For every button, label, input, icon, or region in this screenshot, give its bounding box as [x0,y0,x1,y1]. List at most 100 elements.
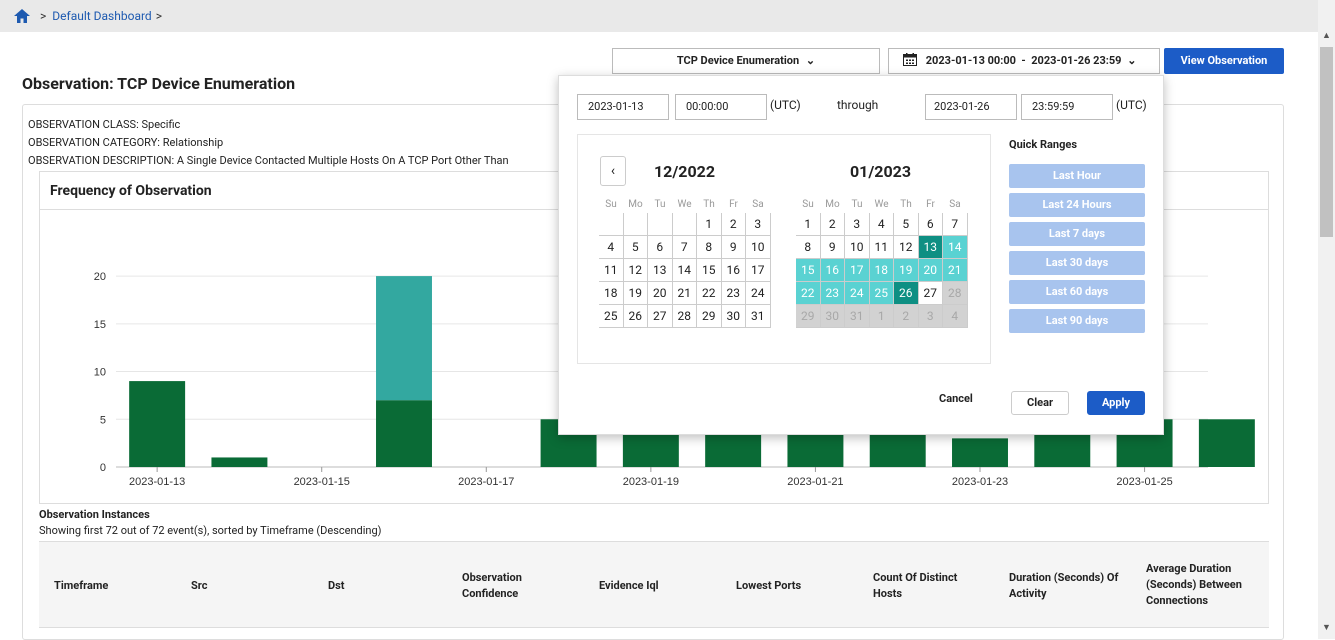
calendar-day[interactable]: 17 [845,259,870,282]
clear-button[interactable]: Clear [1011,391,1069,415]
scroll-down-icon[interactable]: ▼ [1321,622,1332,633]
cancel-button[interactable]: Cancel [939,392,973,405]
start-date-input[interactable]: 2023-01-13 [577,94,669,120]
calendar-day[interactable]: 24 [746,282,771,305]
calendar-day[interactable]: 9 [721,236,746,259]
calendar-day[interactable]: 14 [943,236,968,259]
end-date-input[interactable]: 2023-01-26 [925,94,1017,120]
calendar-day[interactable]: 19 [894,259,919,282]
breadcrumb-separator: > [40,9,47,23]
calendar-day[interactable]: 17 [746,259,771,282]
calendar-day[interactable]: 24 [845,282,870,305]
calendar-day[interactable]: 3 [845,213,870,236]
col-src[interactable]: Src [191,578,207,594]
calendar-day[interactable]: 27 [648,305,673,328]
calendar-day[interactable]: 2 [820,213,845,236]
calendar-day[interactable]: 25 [599,305,624,328]
calendar-day[interactable]: 28 [672,305,697,328]
quick-range-last-30-days[interactable]: Last 30 days [1009,251,1145,275]
calendar-day[interactable]: 12 [894,236,919,259]
calendar-day[interactable]: 1 [796,213,821,236]
calendar-day[interactable]: 12 [623,259,648,282]
breadcrumb-dashboard-link[interactable]: Default Dashboard [52,9,151,23]
calendar-day[interactable]: 11 [869,236,894,259]
date-range-select[interactable]: 2023-01-13 00:00 - 2023-01-26 23:59 ⌄ [888,48,1160,74]
calendar-day[interactable]: 15 [697,259,722,282]
calendar-day[interactable]: 20 [918,259,943,282]
calendar-day[interactable]: 5 [894,213,919,236]
view-observation-button[interactable]: View Observation [1164,48,1284,74]
calendar-day[interactable]: 22 [697,282,722,305]
chart-bar [1198,419,1255,467]
calendar-day[interactable]: 1 [697,213,722,236]
col-timeframe[interactable]: Timeframe [54,578,108,594]
calendar-day[interactable]: 29 [697,305,722,328]
calendar-day[interactable]: 4 [869,213,894,236]
weekday-label: Sa [949,199,961,210]
calendar-day[interactable]: 13 [648,259,673,282]
col-count-distinct-hosts[interactable]: Count Of Distinct Hosts [873,570,983,602]
calendar-day[interactable]: 7 [672,236,697,259]
calendar-day[interactable]: 23 [820,282,845,305]
calendar-day[interactable]: 10 [845,236,870,259]
calendar-day[interactable]: 13 [918,236,943,259]
vertical-scrollbar[interactable]: ▲ ▼ [1318,0,1335,639]
calendar-day[interactable]: 15 [796,259,821,282]
calendar-day[interactable]: 16 [721,259,746,282]
observation-select-value: TCP Device Enumeration [676,54,800,67]
left-month-title: 12/2022 [654,162,716,181]
instances-title: Observation Instances [39,508,150,521]
calendar-day[interactable]: 26 [623,305,648,328]
previous-month-button[interactable]: ‹ [600,156,626,186]
col-lowest-ports[interactable]: Lowest Ports [736,578,801,594]
weekday-label: Fr [729,199,738,210]
calendar-day[interactable]: 3 [746,213,771,236]
col-duration-activity[interactable]: Duration (Seconds) Of Activity [1009,570,1129,602]
col-evidence-iql[interactable]: Evidence Iql [599,578,659,594]
calendar-day[interactable]: 23 [721,282,746,305]
calendar-day[interactable]: 8 [796,236,821,259]
calendar-day[interactable]: 4 [599,236,624,259]
observation-select[interactable]: TCP Device Enumeration ⌄ [612,48,880,74]
y-tick-label: 20 [94,271,106,283]
calendar-day[interactable]: 16 [820,259,845,282]
col-observation-confidence[interactable]: Observation Confidence [462,570,542,602]
table-row[interactable] [39,627,1269,639]
calendar-day[interactable]: 21 [943,259,968,282]
quick-range-last-24-hours[interactable]: Last 24 Hours [1009,193,1145,217]
calendar-day[interactable]: 20 [648,282,673,305]
quick-range-last-hour[interactable]: Last Hour [1009,164,1145,188]
calendar-day[interactable]: 7 [943,213,968,236]
calendar-day[interactable]: 10 [746,236,771,259]
calendar-day[interactable]: 11 [599,259,624,282]
home-icon[interactable] [14,9,30,23]
calendar-day[interactable]: 6 [648,236,673,259]
calendar-day[interactable]: 25 [869,282,894,305]
quick-range-last-90-days[interactable]: Last 90 days [1009,309,1145,333]
calendar-day[interactable]: 27 [918,282,943,305]
calendar-day[interactable]: 26 [894,282,919,305]
calendar-day[interactable]: 18 [599,282,624,305]
calendar-day[interactable]: 2 [721,213,746,236]
calendar-day[interactable]: 30 [721,305,746,328]
col-dst[interactable]: Dst [328,578,345,594]
calendar-day[interactable]: 14 [672,259,697,282]
end-time-input[interactable]: 23:59:59 [1021,94,1113,120]
calendar-day[interactable]: 5 [623,236,648,259]
calendar-day[interactable]: 6 [918,213,943,236]
calendar-day[interactable]: 22 [796,282,821,305]
apply-button[interactable]: Apply [1087,391,1145,415]
calendar-day[interactable]: 9 [820,236,845,259]
quick-range-last-7-days[interactable]: Last 7 days [1009,222,1145,246]
calendar-day[interactable]: 18 [869,259,894,282]
quick-range-last-60-days[interactable]: Last 60 days [1009,280,1145,304]
start-time-input[interactable]: 00:00:00 [675,94,767,120]
calendar-day[interactable]: 31 [746,305,771,328]
calendar-day[interactable]: 8 [697,236,722,259]
col-average-duration[interactable]: Average Duration (Seconds) Between Conne… [1146,561,1264,609]
instances-table-header: Timeframe Src Dst Observation Confidence… [39,541,1269,627]
calendar-day[interactable]: 19 [623,282,648,305]
scroll-thumb[interactable] [1320,47,1333,237]
calendar-day[interactable]: 21 [672,282,697,305]
scroll-up-icon[interactable]: ▲ [1321,30,1332,41]
